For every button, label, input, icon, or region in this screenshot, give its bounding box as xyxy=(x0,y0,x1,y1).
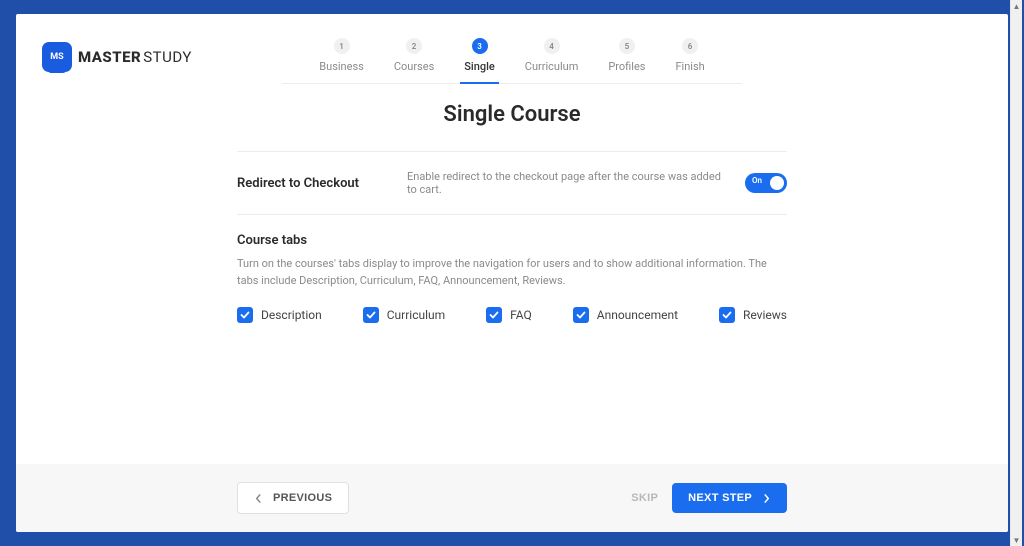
course-tabs-description: Turn on the courses' tabs display to imp… xyxy=(237,256,787,289)
checkbox-label: Description xyxy=(261,308,322,322)
course-tabs-title: Course tabs xyxy=(237,233,787,248)
checkbox-box xyxy=(573,307,589,323)
chevron-left-icon xyxy=(254,494,263,503)
check-icon xyxy=(489,310,499,320)
step-dot: 3 xyxy=(472,38,488,54)
step-dot: 6 xyxy=(682,38,698,54)
step-courses[interactable]: 2 Courses xyxy=(394,38,434,73)
toggle-on-text: On xyxy=(752,176,762,185)
logo-badge-icon: MS xyxy=(44,44,70,70)
checkbox-box xyxy=(237,307,253,323)
skip-button[interactable]: SKIP xyxy=(617,483,672,513)
wizard-card: MS MASTERSTUDY 1 Business 2 Courses 3 Single 4… xyxy=(16,14,1008,532)
checkbox-announcement[interactable]: Announcement xyxy=(573,307,678,323)
chevron-right-icon xyxy=(762,494,771,503)
checkbox-box xyxy=(363,307,379,323)
page-title: Single Course xyxy=(237,102,787,127)
check-icon xyxy=(366,310,376,320)
checkbox-label: Announcement xyxy=(597,308,678,322)
step-dot: 4 xyxy=(544,38,560,54)
wizard-footer: PREVIOUS SKIP NEXT STEP xyxy=(16,464,1008,532)
checkbox-box xyxy=(719,307,735,323)
scroll-up-icon[interactable]: ▲ xyxy=(1011,0,1022,12)
step-label: Curriculum xyxy=(525,60,579,73)
step-dot: 2 xyxy=(406,38,422,54)
redirect-description: Enable redirect to the checkout page aft… xyxy=(407,170,725,196)
check-icon xyxy=(722,310,732,320)
toggle-knob xyxy=(770,176,784,190)
checkbox-description[interactable]: Description xyxy=(237,307,322,323)
scroll-down-icon[interactable]: ▼ xyxy=(1011,534,1022,546)
check-icon xyxy=(240,310,250,320)
checkbox-label: Curriculum xyxy=(387,308,445,322)
next-step-button[interactable]: NEXT STEP xyxy=(672,483,787,513)
step-single[interactable]: 3 Single xyxy=(464,38,495,73)
brand-logo: MS MASTERSTUDY xyxy=(44,44,244,70)
check-icon xyxy=(576,310,586,320)
step-label: Finish xyxy=(675,60,704,73)
step-label: Profiles xyxy=(608,60,645,73)
checkbox-curriculum[interactable]: Curriculum xyxy=(363,307,445,323)
checkbox-box xyxy=(486,307,502,323)
step-curriculum[interactable]: 4 Curriculum xyxy=(525,38,579,73)
redirect-toggle[interactable]: On xyxy=(745,173,787,193)
previous-button[interactable]: PREVIOUS xyxy=(237,482,349,514)
browser-scrollbar[interactable]: ▲ ▼ xyxy=(1010,0,1022,546)
course-tabs-checkboxes: Description Curriculum FAQ Announcement Revi… xyxy=(237,307,787,323)
step-label: Courses xyxy=(394,60,434,73)
checkbox-label: FAQ xyxy=(510,308,532,322)
step-finish[interactable]: 6 Finish xyxy=(675,38,704,73)
step-business[interactable]: 1 Business xyxy=(319,38,364,73)
redirect-label: Redirect to Checkout xyxy=(237,176,387,191)
step-label: Business xyxy=(319,60,364,73)
checkbox-faq[interactable]: FAQ xyxy=(486,307,532,323)
logo-text: MASTERSTUDY xyxy=(78,48,192,66)
wizard-stepper: 1 Business 2 Courses 3 Single 4 Curriculum 5 Prof… xyxy=(282,38,742,84)
checkbox-label: Reviews xyxy=(743,308,787,322)
step-dot: 1 xyxy=(334,38,350,54)
checkbox-reviews[interactable]: Reviews xyxy=(719,307,787,323)
step-dot: 5 xyxy=(619,38,635,54)
step-label: Single xyxy=(464,60,495,73)
step-profiles[interactable]: 5 Profiles xyxy=(608,38,645,73)
